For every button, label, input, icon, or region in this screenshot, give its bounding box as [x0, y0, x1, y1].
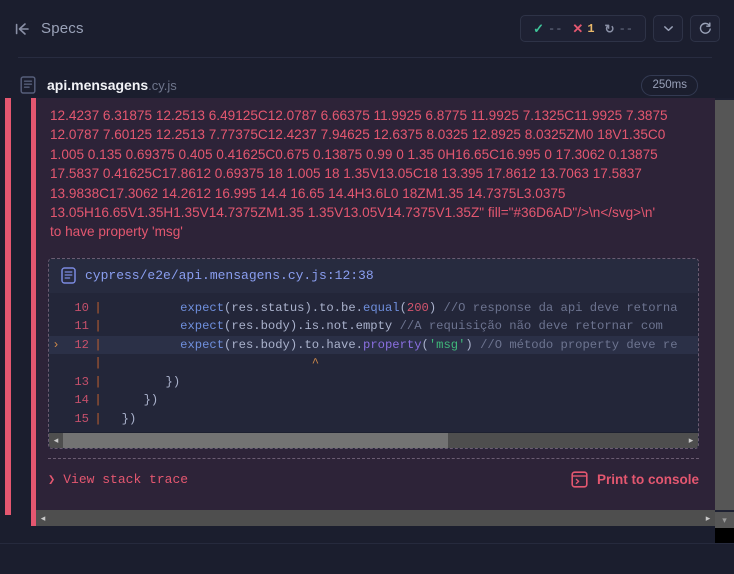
- code-error-marker: ›: [52, 337, 60, 352]
- outer-horizontal-scrollbar[interactable]: ◂ ▸: [31, 510, 715, 526]
- code-line: 11 | expect(res.body).is.not.empty //A re…: [49, 317, 698, 336]
- view-stack-trace-label: View stack trace: [63, 472, 189, 487]
- code-line-text: }): [107, 393, 159, 408]
- code-caret-marker: ^: [107, 356, 320, 371]
- scroll-right-arrow-icon[interactable]: ▸: [684, 435, 698, 446]
- code-hscroll-track[interactable]: [63, 432, 684, 449]
- top-bar: Specs ✓ -- ✕ 1 ↻ --: [0, 0, 734, 57]
- code-line-number: 14: [74, 393, 89, 408]
- code-line-number: 13: [74, 374, 89, 389]
- code-gutter-bar: |: [94, 337, 102, 352]
- error-panel: 12.4237 6.31875 12.2513 6.49125C12.0787 …: [5, 98, 715, 515]
- code-frame-path-link[interactable]: cypress/e2e/api.mensagens.cy.js:12:38: [85, 268, 374, 283]
- error-footer: ❯ View stack trace Print to console: [48, 458, 699, 500]
- code-line-text: }): [107, 374, 181, 389]
- code-gutter-bar: |: [94, 374, 102, 389]
- reload-button[interactable]: [690, 15, 720, 42]
- code-frame-header[interactable]: cypress/e2e/api.mensagens.cy.js:12:38: [49, 258, 698, 293]
- print-to-console-button[interactable]: Print to console: [571, 471, 699, 488]
- code-line-number: 11: [74, 319, 89, 334]
- file-document-icon: [61, 267, 76, 285]
- code-line-text: expect(res.body).to.have.property('msg')…: [180, 337, 678, 352]
- test-stats: ✓ -- ✕ 1 ↻ --: [520, 15, 646, 42]
- code-gutter-bar: |: [94, 319, 102, 334]
- code-lines: 10 | expect(res.status).to.be.equal(200) …: [49, 292, 698, 433]
- code-line: › 12 | expect(res.body).to.have.property('…: [49, 335, 698, 355]
- code-line: 13 | }): [49, 373, 698, 392]
- chevron-right-icon: ❯: [48, 473, 56, 487]
- pending-count: --: [618, 21, 633, 36]
- code-frame: cypress/e2e/api.mensagens.cy.js:12:38 10…: [48, 257, 699, 450]
- passed-count: --: [548, 21, 563, 36]
- header-divider: [18, 57, 712, 58]
- error-body: 12.4237 6.31875 12.2513 6.49125C12.0787 …: [36, 98, 715, 515]
- arrow-left-to-line-icon: [14, 20, 32, 38]
- error-panel-gutter: [11, 98, 31, 515]
- reload-icon: [698, 21, 713, 36]
- scroll-left-arrow-icon[interactable]: ◂: [36, 513, 50, 524]
- code-gutter-bar: |: [94, 300, 102, 315]
- outer-vscroll-thumb[interactable]: [715, 100, 734, 510]
- code-line: 15 | }): [49, 410, 698, 429]
- stat-pending: ↻ --: [602, 22, 636, 36]
- bottom-area: [0, 543, 734, 574]
- cross-icon: ✕: [572, 21, 584, 36]
- code-line-number: 15: [74, 411, 89, 426]
- code-caret-row: | ^: [49, 354, 698, 373]
- scroll-down-arrow-icon[interactable]: ▾: [715, 512, 734, 528]
- code-line-text: }): [107, 411, 137, 426]
- file-document-icon: [20, 76, 36, 94]
- code-line: 14 | }): [49, 391, 698, 410]
- code-line: 10 | expect(res.status).to.be.equal(200) …: [49, 299, 698, 318]
- code-gutter-bar: |: [94, 393, 102, 408]
- code-horizontal-scrollbar[interactable]: ◂ ▸: [49, 432, 698, 449]
- cypress-runner-window: Specs ✓ -- ✕ 1 ↻ -- api.mensagens .cy.js…: [0, 0, 734, 574]
- error-message: 12.4237 6.31875 12.2513 6.49125C12.0787 …: [50, 108, 668, 240]
- code-hscroll-thumb[interactable]: [63, 432, 449, 449]
- console-icon: [571, 471, 588, 488]
- top-bar-right-controls: ✓ -- ✕ 1 ↻ --: [520, 15, 720, 42]
- specs-label: Specs: [41, 20, 84, 37]
- scroll-left-arrow-icon[interactable]: ◂: [49, 435, 63, 446]
- code-line-number: 10: [74, 300, 89, 315]
- chevron-down-icon: [661, 21, 676, 36]
- code-line-text: expect(res.body).is.not.empty //A requis…: [180, 319, 671, 334]
- pending-circle-icon: ↻: [604, 21, 615, 36]
- print-to-console-label: Print to console: [596, 472, 699, 487]
- code-line-text: expect(res.status).to.be.equal(200) //O …: [180, 300, 678, 315]
- code-gutter-bar: |: [94, 356, 102, 371]
- stat-passed: ✓ --: [530, 22, 565, 36]
- scrollbar-corner: [715, 528, 734, 544]
- code-line-number: 12: [74, 337, 89, 352]
- code-gutter-bar: |: [94, 411, 102, 426]
- check-icon: ✓: [533, 21, 545, 36]
- scroll-right-arrow-icon[interactable]: ▸: [701, 513, 715, 524]
- chevron-down-button[interactable]: [653, 15, 683, 42]
- view-stack-trace-button[interactable]: ❯ View stack trace: [48, 472, 188, 487]
- back-to-specs-button[interactable]: Specs: [14, 20, 84, 38]
- outer-vertical-scrollbar[interactable]: ▾: [715, 98, 734, 544]
- duration-badge: 250ms: [641, 74, 698, 96]
- stat-failed: ✕ 1: [569, 22, 597, 36]
- failed-count: 1: [587, 21, 595, 36]
- spec-extension: .cy.js: [148, 77, 177, 93]
- spec-name: api.mensagens: [47, 77, 149, 93]
